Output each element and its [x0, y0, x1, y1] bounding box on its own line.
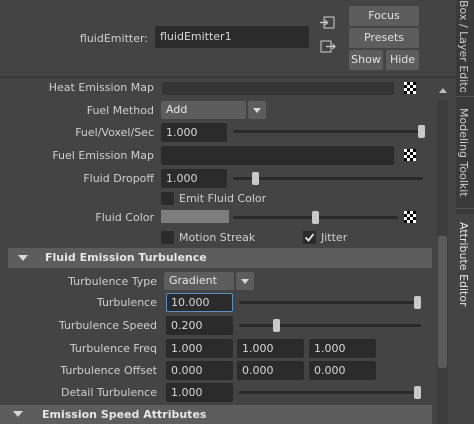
- heat-emission-map-field[interactable]: [162, 82, 394, 95]
- detail-turbulence-slider-track[interactable]: [239, 391, 421, 394]
- detail-turbulence-label: Detail Turbulence: [60, 386, 157, 399]
- collapse-triangle-icon: [18, 255, 28, 261]
- detail-turbulence-field[interactable]: 1.000: [166, 383, 233, 402]
- turbulence-freq-y-field[interactable]: 1.000: [237, 339, 304, 358]
- emission-speed-section-header[interactable]: Emission Speed Attributes: [0, 405, 432, 424]
- turbulence-label: Turbulence: [96, 296, 157, 309]
- emission-speed-section-title: Emission Speed Attributes: [42, 408, 207, 421]
- emit-fluid-color-label: Emit Fluid Color: [179, 192, 267, 205]
- fluid-dropoff-slider-track[interactable]: [233, 177, 423, 180]
- motion-streak-checkbox[interactable]: [161, 231, 174, 244]
- turbulence-type-label: Turbulence Type: [68, 275, 157, 288]
- jitter-label: Jitter: [321, 231, 348, 244]
- header-separator: [0, 76, 456, 78]
- turbulence-speed-slider-thumb[interactable]: [273, 319, 280, 332]
- turbulence-type-chevron-down-icon[interactable]: [236, 272, 254, 290]
- turbulence-offset-label: Turbulence Offset: [60, 364, 157, 377]
- turbulence-offset-z-field[interactable]: 0.000: [309, 361, 376, 380]
- show-button[interactable]: Show: [349, 50, 383, 70]
- fluid-color-map-button[interactable]: [404, 211, 416, 223]
- heat-emission-map-button[interactable]: [404, 82, 416, 94]
- fuel-emission-map-label: Fuel Emission Map: [52, 149, 154, 162]
- fluid-dropoff-field[interactable]: 1.000: [161, 169, 227, 188]
- scroll-up-arrow-icon[interactable]: [436, 84, 450, 98]
- fluid-emission-turbulence-section-title: Fluid Emission Turbulence: [45, 251, 207, 264]
- turbulence-speed-slider-track[interactable]: [239, 324, 421, 327]
- tab-channel-box[interactable]: Box / Layer Editor: [457, 0, 470, 92]
- fuel-emission-map-button[interactable]: [404, 149, 416, 161]
- turbulence-offset-x-field[interactable]: 0.000: [166, 361, 233, 380]
- heat-emission-map-label: Heat Emission Map: [48, 81, 154, 94]
- fuel-voxel-sec-slider-track[interactable]: [233, 130, 423, 133]
- turbulence-freq-x-field[interactable]: 1.000: [166, 339, 233, 358]
- fuel-voxel-sec-label: Fuel/Voxel/Sec: [75, 126, 154, 139]
- fluid-dropoff-label: Fluid Dropoff: [83, 172, 154, 185]
- fuel-voxel-sec-field[interactable]: 1.000: [161, 123, 227, 142]
- fuel-method-chevron-down-icon[interactable]: [248, 101, 266, 119]
- fluid-dropoff-slider-thumb[interactable]: [252, 172, 259, 185]
- tab-divider: [456, 96, 474, 97]
- focus-button[interactable]: Focus: [349, 6, 419, 26]
- fluid-color-slider-thumb[interactable]: [312, 211, 319, 224]
- fuel-emission-map-field[interactable]: [161, 146, 394, 165]
- input-connections-icon[interactable]: [320, 16, 336, 30]
- turbulence-freq-label: Turbulence Freq: [69, 342, 157, 355]
- detail-turbulence-slider-thumb[interactable]: [414, 386, 421, 399]
- turbulence-freq-z-field[interactable]: 1.000: [309, 339, 376, 358]
- hide-button[interactable]: Hide: [386, 50, 419, 70]
- motion-streak-label: Motion Streak: [179, 231, 256, 244]
- fuel-method-dropdown[interactable]: Add: [161, 101, 246, 119]
- fluid-emission-turbulence-section-header[interactable]: Fluid Emission Turbulence: [8, 248, 432, 268]
- output-connections-icon[interactable]: [320, 40, 336, 54]
- presets-button[interactable]: Presets: [349, 28, 419, 48]
- fuel-method-label: Fuel Method: [86, 104, 154, 117]
- fluid-color-swatch[interactable]: [161, 210, 229, 223]
- fluid-color-label: Fluid Color: [95, 211, 154, 224]
- tab-modeling-toolkit[interactable]: Modeling Toolkit: [457, 108, 470, 197]
- vertical-scrollbar-thumb[interactable]: [438, 236, 447, 368]
- turbulence-slider-track[interactable]: [239, 301, 421, 304]
- turbulence-field[interactable]: 10.000: [166, 293, 233, 312]
- node-name-field[interactable]: fluidEmitter1: [155, 26, 309, 48]
- checkmark-icon: [304, 233, 315, 242]
- turbulence-speed-field[interactable]: 0.200: [166, 316, 233, 335]
- turbulence-offset-y-field[interactable]: 0.000: [237, 361, 304, 380]
- turbulence-slider-thumb[interactable]: [414, 296, 421, 309]
- collapse-triangle-icon: [13, 411, 23, 417]
- attribute-editor-header: fluidEmitter: fluidEmitter1 Focus Preset…: [0, 0, 456, 76]
- tab-attribute-editor[interactable]: Attribute Editor: [457, 222, 470, 307]
- tab-divider: [456, 208, 474, 209]
- turbulence-speed-label: Turbulence Speed: [58, 319, 157, 332]
- node-type-label: fluidEmitter:: [79, 32, 148, 45]
- turbulence-type-dropdown[interactable]: Gradient: [164, 272, 234, 290]
- fuel-voxel-sec-slider-thumb[interactable]: [418, 125, 425, 138]
- jitter-checkbox[interactable]: [303, 231, 316, 244]
- emit-fluid-color-checkbox[interactable]: [161, 192, 174, 205]
